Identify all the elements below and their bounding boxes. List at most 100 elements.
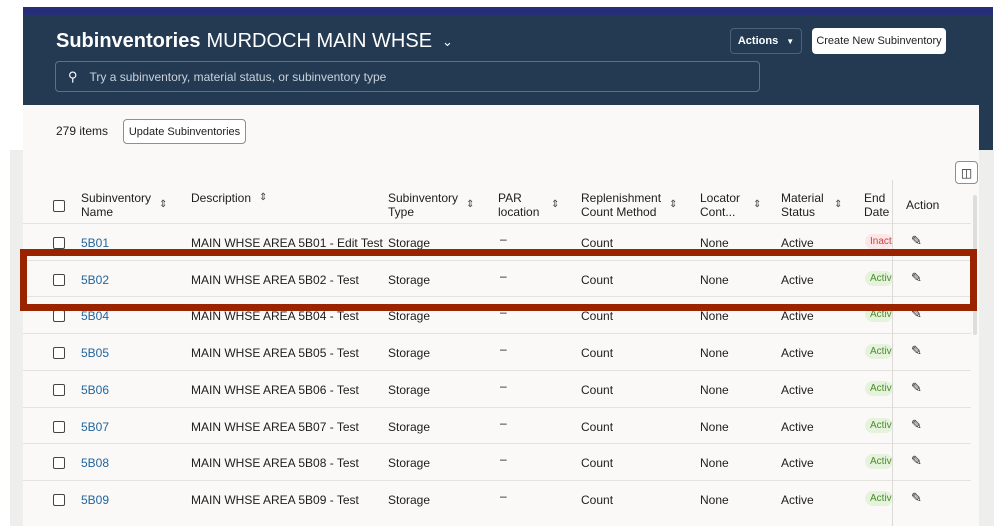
- subinventory-link[interactable]: 5B06: [81, 383, 109, 397]
- column-header-type[interactable]: Subinventory Type ⇕: [388, 191, 474, 219]
- sort-icon[interactable]: ⇕: [159, 198, 167, 212]
- results-panel: 279 items Update Subinventories ◫ Subinv…: [23, 105, 979, 526]
- actions-label: Actions: [737, 35, 779, 47]
- page-title[interactable]: Subinventories MURDOCH MAIN WHSE ⌄: [56, 30, 453, 53]
- header-label: End Date: [864, 191, 890, 219]
- row-checkbox[interactable]: [53, 457, 65, 470]
- header-label: Subinventory Name: [81, 191, 152, 219]
- locator-control: None: [700, 492, 729, 507]
- locator-control: None: [700, 236, 729, 250]
- edit-pencil-icon[interactable]: ✎: [911, 417, 922, 433]
- row-checkbox[interactable]: [53, 310, 65, 323]
- par-location: –: [500, 342, 507, 357]
- end-date-badge: Activ: [865, 454, 893, 470]
- create-subinventory-button[interactable]: Create New Subinventory: [812, 28, 946, 54]
- columns-icon[interactable]: ◫: [955, 161, 978, 184]
- table-row[interactable]: 5B05 MAIN WHSE AREA 5B05 - Test Storage …: [23, 333, 971, 370]
- actions-button[interactable]: Actions ▼: [730, 28, 802, 54]
- row-checkbox[interactable]: [53, 347, 65, 360]
- search-icon: ⚲: [68, 68, 78, 84]
- edit-pencil-icon[interactable]: ✎: [911, 453, 922, 469]
- subinventory-type: Storage: [388, 419, 431, 434]
- subinventory-link[interactable]: 5B04: [81, 309, 109, 323]
- end-date-badge: Inact: [865, 234, 893, 249]
- title-text: Subinventories: [56, 30, 201, 52]
- subinventory-type: Storage: [388, 236, 431, 250]
- count-method: Count: [581, 492, 614, 507]
- sort-icon[interactable]: ⇕: [466, 198, 474, 212]
- subinventory-type: Storage: [388, 309, 431, 324]
- header-label: Subinventory Type: [388, 191, 459, 219]
- subinventory-link[interactable]: 5B09: [81, 493, 109, 507]
- column-header-par[interactable]: PAR location ⇕: [498, 191, 559, 219]
- subinventory-link[interactable]: 5B05: [81, 346, 109, 360]
- subinventory-type: Storage: [388, 382, 431, 397]
- count-method: Count: [581, 419, 614, 434]
- material-status: Active: [781, 492, 814, 507]
- par-location: –: [500, 488, 507, 503]
- column-header-end-date[interactable]: End Date: [864, 191, 892, 219]
- material-status: Active: [781, 382, 814, 397]
- column-header-method[interactable]: Replenishment Count Method ⇕: [581, 191, 677, 219]
- table-row[interactable]: 5B09 MAIN WHSE AREA 5B09 - Test Storage …: [23, 479, 971, 517]
- par-location: –: [500, 378, 507, 393]
- header-label: Locator Cont...: [700, 191, 741, 219]
- edit-pencil-icon[interactable]: ✎: [911, 380, 922, 396]
- sort-icon[interactable]: ⇕: [753, 198, 761, 212]
- subinventory-type: Storage: [388, 346, 431, 361]
- header-label: Material Status: [781, 191, 824, 219]
- description: MAIN WHSE AREA 5B07 - Test: [191, 419, 359, 434]
- chevron-down-icon[interactable]: ⌄: [442, 34, 453, 50]
- header-label: PAR location: [498, 191, 540, 219]
- table-row[interactable]: 5B08 MAIN WHSE AREA 5B08 - Test Storage …: [23, 443, 971, 480]
- description: MAIN WHSE AREA 5B01 - Edit Test: [191, 236, 383, 250]
- column-divider: [892, 180, 893, 526]
- edit-pencil-icon[interactable]: ✎: [911, 343, 922, 359]
- end-date-badge: Activ: [865, 380, 893, 396]
- locator-control: None: [700, 346, 729, 361]
- sort-icon[interactable]: ⇕: [669, 198, 677, 212]
- row-checkbox[interactable]: [53, 237, 65, 249]
- locator-control: None: [700, 456, 729, 471]
- column-header-action: Action: [906, 198, 939, 212]
- organization-selector[interactable]: MURDOCH MAIN WHSE: [206, 30, 432, 53]
- row-checkbox[interactable]: [53, 493, 65, 506]
- highlight-box: [20, 249, 977, 311]
- subinventory-link[interactable]: 5B08: [81, 456, 109, 470]
- select-all-checkbox[interactable]: [53, 200, 65, 212]
- column-header-description[interactable]: Description ⇕: [191, 191, 267, 205]
- sort-icon[interactable]: ⇕: [259, 191, 267, 205]
- top-strip: [23, 7, 993, 15]
- table-row[interactable]: 5B06 MAIN WHSE AREA 5B06 - Test Storage …: [23, 369, 971, 407]
- count-method: Count: [581, 346, 614, 361]
- count-method: Count: [581, 236, 614, 250]
- material-status: Active: [781, 456, 814, 471]
- sort-icon[interactable]: ⇕: [834, 198, 842, 212]
- search-input[interactable]: ⚲ Try a subinventory, material status, o…: [55, 61, 760, 92]
- par-location: –: [500, 415, 507, 430]
- row-checkbox[interactable]: [53, 383, 65, 396]
- table-row[interactable]: 5B07 MAIN WHSE AREA 5B07 - Test Storage …: [23, 406, 971, 444]
- row-checkbox[interactable]: [53, 420, 65, 433]
- par-location: –: [500, 452, 507, 467]
- description: MAIN WHSE AREA 5B04 - Test: [191, 309, 359, 324]
- par-location: –: [500, 232, 507, 246]
- edit-pencil-icon[interactable]: ✎: [911, 490, 922, 506]
- end-date-badge: Activ: [865, 490, 893, 506]
- locator-control: None: [700, 309, 729, 324]
- caret-down-icon: ▼: [786, 36, 795, 46]
- sort-icon[interactable]: ⇕: [551, 198, 559, 212]
- column-header-locator[interactable]: Locator Cont... ⇕: [700, 191, 761, 219]
- column-header-name[interactable]: Subinventory Name ⇕: [81, 191, 167, 219]
- subinventory-type: Storage: [388, 456, 431, 471]
- update-subinventories-button[interactable]: Update Subinventories: [123, 119, 246, 144]
- end-date-badge: Activ: [865, 417, 893, 433]
- description: MAIN WHSE AREA 5B08 - Test: [191, 456, 359, 471]
- locator-control: None: [700, 419, 729, 434]
- header-label: Action: [906, 198, 940, 212]
- subinventory-link[interactable]: 5B07: [81, 420, 109, 434]
- subinventory-link[interactable]: 5B01: [81, 236, 109, 250]
- edit-pencil-icon[interactable]: ✎: [911, 233, 922, 249]
- column-header-status[interactable]: Material Status ⇕: [781, 191, 842, 219]
- locator-control: None: [700, 382, 729, 397]
